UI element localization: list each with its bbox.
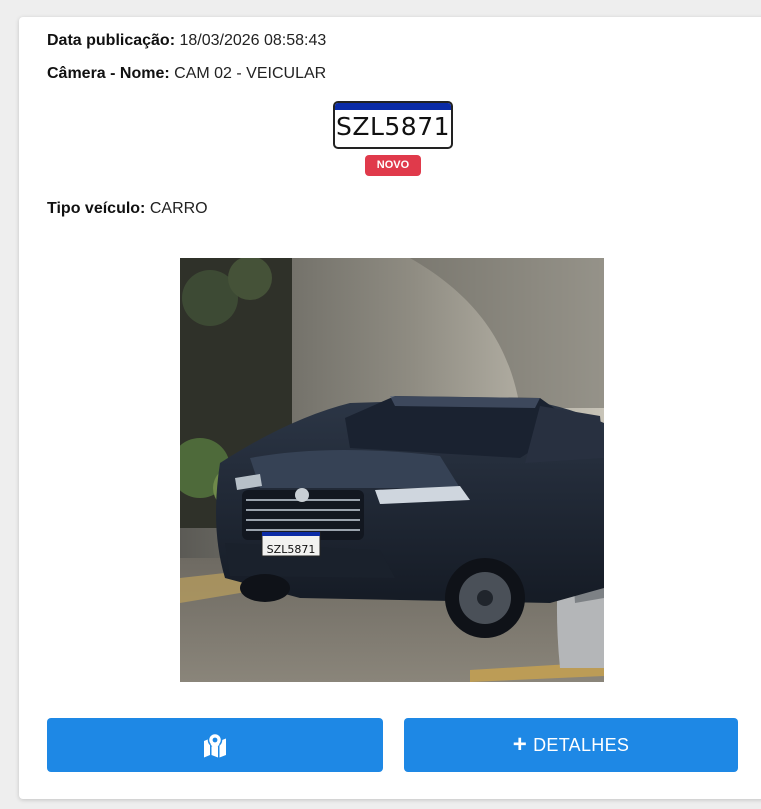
camera-name-field: Câmera - Nome: CAM 02 - VEICULAR [47,65,326,83]
plus-icon: + [512,731,528,758]
published-date-field: Data publicação: 18/03/2026 08:58:43 [47,32,326,50]
photo-plate-text: SZL5871 [267,543,316,556]
map-location-icon [204,732,226,758]
vehicle-photo-image: SZL5871 [180,258,604,682]
license-plate-text: SZL5871 [335,112,451,141]
vehicle-record-card: Data publicação: 18/03/2026 08:58:43 Câm… [19,17,761,799]
published-date-value: 18/03/2026 08:58:43 [179,32,327,49]
vehicle-type-label: Tipo veículo: [47,200,146,217]
vehicle-type-field: Tipo veículo: CARRO [47,200,208,218]
details-button-label: DETALHES [533,734,630,755]
map-location-button[interactable] [47,718,383,772]
camera-name-label: Câmera - Nome: [47,65,170,82]
details-button[interactable]: + DETALHES [404,718,738,772]
camera-name-value: CAM 02 - VEICULAR [174,65,327,82]
new-badge: NOVO [365,155,421,176]
license-plate: SZL5871 [333,101,453,149]
vehicle-photo[interactable]: SZL5871 [180,258,604,682]
plate-mercosul-band [335,103,451,110]
vehicle-type-value: CARRO [149,200,208,217]
published-date-label: Data publicação: [47,32,176,49]
